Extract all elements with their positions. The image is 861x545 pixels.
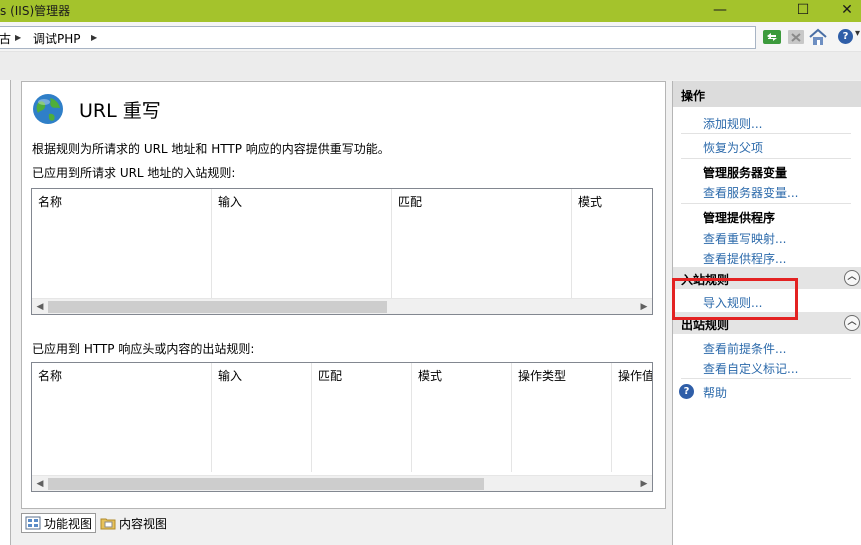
manage-providers-heading: 管理提供程序	[703, 211, 776, 225]
tab-content-view-label: 内容视图	[119, 516, 168, 531]
title-bar: s (IIS)管理器 — ☐ ✕	[0, 0, 861, 22]
column-header-match[interactable]: 匹配	[312, 363, 412, 472]
column-header-input[interactable]: 输入	[212, 363, 312, 472]
globe-icon	[33, 94, 63, 124]
tab-content-view[interactable]: 内容视图	[100, 513, 167, 533]
add-rule-link[interactable]: 添加规则...	[703, 115, 762, 132]
column-header-action-value[interactable]: 操作值	[612, 363, 652, 472]
actions-header: 操作	[673, 81, 861, 107]
tab-feature-view[interactable]: 功能视图	[21, 513, 97, 533]
scroll-right-icon[interactable]: ▶	[636, 476, 652, 491]
dropdown-icon[interactable]: ▾	[855, 28, 860, 39]
connections-pane-edge	[0, 80, 11, 545]
collapse-icon[interactable]: ︿	[844, 315, 860, 331]
breadcrumb-site[interactable]: 古	[0, 30, 11, 47]
column-header-input[interactable]: 输入	[212, 189, 392, 298]
view-preconditions-link[interactable]: 查看前提条件...	[703, 340, 786, 357]
tab-feature-view-label: 功能视图	[44, 516, 93, 531]
feature-description: 根据规则为所请求的 URL 地址和 HTTP 响应的内容提供重写功能。	[32, 142, 390, 156]
help-link[interactable]: 帮助	[703, 384, 727, 401]
breadcrumb[interactable]: 古 ▶ 调试PHP ▶	[0, 26, 756, 49]
scroll-left-icon[interactable]: ◀	[32, 476, 48, 491]
divider	[681, 378, 851, 379]
outbound-rules-section-title: 出站规则	[681, 318, 730, 332]
content-view-icon	[100, 518, 116, 530]
toolbar-strip	[0, 52, 861, 80]
stop-icon[interactable]	[786, 27, 806, 47]
scroll-right-icon[interactable]: ▶	[636, 299, 652, 314]
column-header-action-type[interactable]: 操作类型	[512, 363, 612, 472]
home-icon[interactable]	[808, 27, 828, 47]
view-rewrite-maps-link[interactable]: 查看重写映射...	[703, 230, 786, 247]
address-bar: 古 ▶ 调试PHP ▶ ? ▾	[0, 22, 861, 52]
refresh-icon[interactable]	[762, 27, 782, 47]
view-providers-link[interactable]: 查看提供程序...	[703, 250, 786, 267]
highlight-box	[672, 278, 798, 320]
help-icon[interactable]: ?	[838, 29, 853, 44]
inbound-rules-label: 已应用到所请求 URL 地址的入站规则:	[32, 166, 236, 180]
outbound-rules-grid[interactable]: 名称 输入 匹配 模式 操作类型 操作值 ◀ ▶	[31, 362, 653, 492]
breadcrumb-debug-php[interactable]: 调试PHP	[33, 30, 81, 47]
feature-panel: URL 重写 根据规则为所请求的 URL 地址和 HTTP 响应的内容提供重写功…	[21, 81, 666, 509]
maximize-button[interactable]: ☐	[783, 0, 823, 22]
manage-server-variables-heading: 管理服务器变量	[703, 166, 788, 180]
divider	[681, 133, 851, 134]
minimize-button[interactable]: —	[700, 0, 740, 22]
scroll-left-icon[interactable]: ◀	[32, 299, 48, 314]
divider	[681, 203, 851, 204]
revert-to-parent-link[interactable]: 恢复为父项	[703, 139, 763, 156]
page-title: URL 重写	[79, 100, 161, 122]
scroll-thumb[interactable]	[48, 301, 387, 313]
horizontal-scrollbar[interactable]: ◀ ▶	[32, 475, 652, 491]
help-circle-icon: ?	[679, 384, 694, 399]
column-header-pattern[interactable]: 模式	[572, 189, 652, 298]
view-server-variables-link[interactable]: 查看服务器变量...	[703, 184, 798, 201]
collapse-icon[interactable]: ︿	[844, 270, 860, 286]
view-custom-tags-link[interactable]: 查看自定义标记...	[703, 360, 798, 377]
horizontal-scrollbar[interactable]: ◀ ▶	[32, 298, 652, 314]
column-header-name[interactable]: 名称	[32, 363, 212, 472]
divider	[681, 158, 851, 159]
view-switcher: 功能视图 内容视图	[21, 509, 666, 537]
close-button[interactable]: ✕	[833, 0, 861, 22]
column-header-pattern[interactable]: 模式	[412, 363, 512, 472]
scroll-thumb[interactable]	[48, 478, 484, 490]
window-title: s (IIS)管理器	[0, 4, 71, 18]
column-header-match[interactable]: 匹配	[392, 189, 572, 298]
outbound-rules-label: 已应用到 HTTP 响应头或内容的出站规则:	[32, 342, 255, 356]
column-header-name[interactable]: 名称	[32, 189, 212, 298]
feature-view-icon	[25, 516, 41, 530]
breadcrumb-separator-icon[interactable]: ▶	[15, 33, 21, 42]
inbound-rules-grid[interactable]: 名称 输入 匹配 模式 ◀ ▶	[31, 188, 653, 315]
breadcrumb-separator-icon[interactable]: ▶	[91, 33, 97, 42]
